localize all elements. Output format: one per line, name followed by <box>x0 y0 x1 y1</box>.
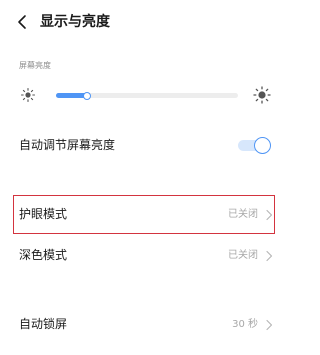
toggle-knob <box>254 137 271 154</box>
chevron-right-icon <box>266 209 273 221</box>
page-title: 显示与亮度 <box>40 14 110 30</box>
brightness-slider[interactable] <box>56 92 238 100</box>
eye-protection-label: 护眼模式 <box>19 207 68 221</box>
chevron-right-icon <box>266 250 273 262</box>
brightness-high-icon <box>253 86 271 104</box>
eye-protection-row[interactable]: 护眼模式 已关闭 <box>0 196 286 233</box>
brightness-section-label: 屏幕亮度 <box>19 61 51 70</box>
header-bar: 显示与亮度 <box>0 0 286 44</box>
brightness-slider-knob[interactable] <box>82 92 91 100</box>
auto-lock-value: 30 秒 <box>232 319 258 330</box>
eye-protection-status: 已关闭 <box>228 209 258 220</box>
auto-lock-label: 自动锁屏 <box>19 317 68 331</box>
dark-mode-status: 已关闭 <box>228 250 258 261</box>
brightness-low-icon <box>20 87 36 103</box>
dark-mode-row[interactable]: 深色模式 已关闭 <box>0 237 286 274</box>
auto-lock-row[interactable]: 自动锁屏 30 秒 <box>0 306 286 343</box>
auto-brightness-toggle[interactable] <box>238 137 272 154</box>
dark-mode-label: 深色模式 <box>19 248 68 262</box>
back-arrow-icon[interactable] <box>14 13 32 31</box>
auto-brightness-label: 自动调节屏幕亮度 <box>19 138 116 152</box>
chevron-right-icon <box>266 319 273 331</box>
